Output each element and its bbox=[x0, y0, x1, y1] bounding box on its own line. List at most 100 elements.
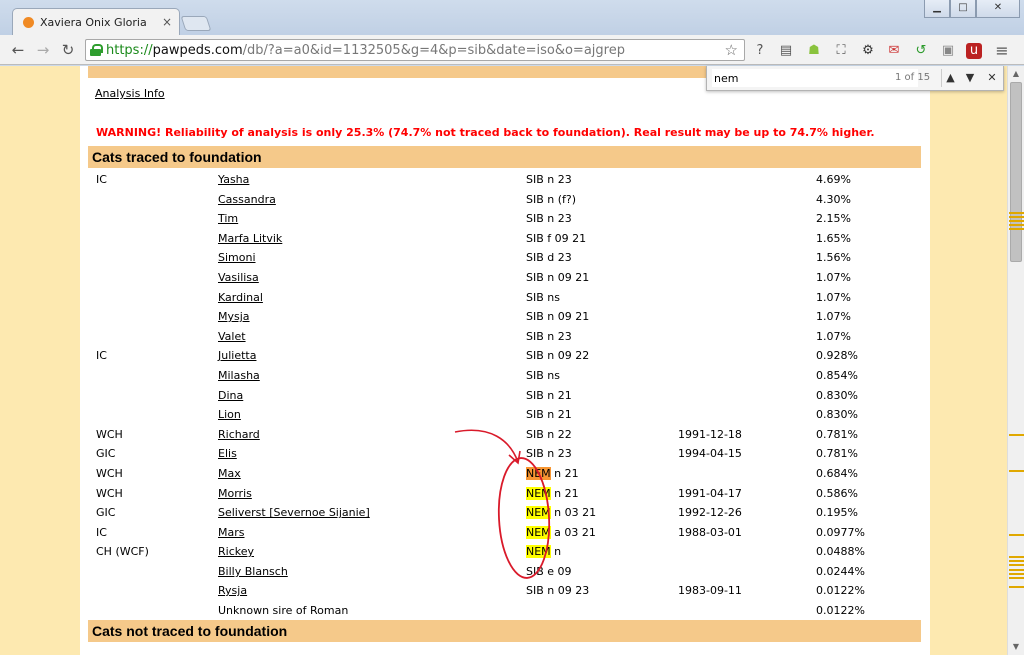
minimize-button[interactable]: ▁ bbox=[924, 0, 950, 18]
extension-mail-icon[interactable]: ✉ bbox=[886, 43, 902, 59]
cat-name-link[interactable]: Rickey bbox=[218, 545, 254, 558]
extension-fullscreen-icon[interactable]: ⛶ bbox=[833, 43, 849, 59]
address-bar[interactable]: https:// pawpeds.com /db/?a=a0&id=113250… bbox=[85, 39, 745, 61]
cat-name-link[interactable]: Julietta bbox=[218, 349, 256, 362]
registration-text: SIB n 21 bbox=[526, 388, 572, 402]
contribution-percent: 1.65% bbox=[816, 231, 851, 245]
cat-name-link[interactable]: Max bbox=[218, 467, 241, 480]
cat-name-link[interactable]: Dina bbox=[218, 389, 243, 402]
extension-ublock-icon[interactable]: u bbox=[966, 43, 982, 59]
find-match-marker bbox=[1009, 573, 1024, 575]
extension-screenshot-icon[interactable]: ▤ bbox=[778, 43, 794, 59]
find-next-icon[interactable]: ▼ bbox=[961, 69, 979, 87]
extension-android-icon[interactable]: ☗ bbox=[806, 43, 822, 59]
contribution-percent: 0.854% bbox=[816, 368, 858, 382]
birth-date: 1991-12-18 bbox=[678, 427, 742, 441]
breed-registration: SIB n 21 bbox=[526, 408, 572, 421]
breed-registration: SIB d 23 bbox=[526, 251, 572, 264]
scrollbar-thumb[interactable] bbox=[1010, 82, 1022, 262]
back-arrow-icon[interactable]: ← bbox=[8, 40, 28, 60]
forward-arrow-icon[interactable]: → bbox=[33, 40, 53, 60]
table-row: WCH Richard SIB n 22 1991-12-18 0.781% bbox=[80, 425, 930, 445]
table-row: Simoni SIB d 23 1.56% bbox=[80, 248, 930, 268]
cat-name-link[interactable]: Cassandra bbox=[218, 193, 276, 206]
analysis-info-link[interactable]: Analysis Info bbox=[95, 87, 165, 100]
cat-title: WCH bbox=[96, 486, 123, 500]
table-row: IC Julietta SIB n 09 22 0.928% bbox=[80, 346, 930, 366]
registration-text: SIB n 09 21 bbox=[526, 310, 590, 324]
find-match-marker bbox=[1009, 569, 1024, 571]
breed-registration: NEM a 03 21 bbox=[526, 525, 596, 539]
registration-text: SIB n 23 bbox=[526, 212, 572, 226]
new-tab-button[interactable] bbox=[180, 16, 212, 31]
find-input[interactable] bbox=[712, 69, 918, 87]
contribution-percent: 0.0977% bbox=[816, 525, 865, 539]
cat-name-link[interactable]: Richard bbox=[218, 428, 260, 441]
extension-puzzle-icon[interactable]: ▣ bbox=[940, 43, 956, 59]
table-row: IC Mars NEM a 03 21 1988-03-01 0.0977% bbox=[80, 523, 930, 543]
reload-icon[interactable]: ↻ bbox=[58, 40, 78, 60]
registration-text: n bbox=[550, 545, 562, 559]
extension-refresh-icon[interactable]: ↺ bbox=[913, 43, 929, 59]
registration-text: SIB n 09 22 bbox=[526, 349, 590, 363]
find-match-marker bbox=[1009, 224, 1024, 226]
cat-name-link[interactable]: Morris bbox=[218, 487, 252, 500]
cat-name-link[interactable]: Kardinal bbox=[218, 291, 263, 304]
menu-icon[interactable]: ≡ bbox=[994, 43, 1010, 59]
table-row: Rysja SIB n 09 23 1983-09-11 0.0122% bbox=[80, 581, 930, 601]
vertical-scrollbar[interactable]: ▲ ▼ bbox=[1007, 66, 1024, 655]
find-highlight: NEM bbox=[526, 506, 551, 520]
contribution-percent: 4.69% bbox=[816, 173, 851, 186]
cat-name-link[interactable]: Simoni bbox=[218, 251, 256, 264]
contribution-percent: 0.195% bbox=[816, 506, 858, 520]
cat-name-link[interactable]: Tim bbox=[218, 212, 238, 225]
find-match-marker bbox=[1009, 556, 1024, 558]
cat-name-link[interactable]: Mysja bbox=[218, 310, 250, 323]
table-row: Milasha SIB ns 0.854% bbox=[80, 366, 930, 386]
cat-name-link[interactable]: Yasha bbox=[218, 173, 249, 186]
bookmark-star-icon[interactable]: ☆ bbox=[725, 41, 738, 59]
maximize-button[interactable]: □ bbox=[950, 0, 976, 18]
close-window-button[interactable]: ✕ bbox=[976, 0, 1020, 18]
cat-name-link[interactable]: Milasha bbox=[218, 369, 260, 382]
table-row: Billy Blansch SIB e 09 0.0244% bbox=[80, 562, 930, 582]
registration-text: n 21 bbox=[550, 486, 579, 500]
cat-name-link[interactable]: Marfa Litvik bbox=[218, 232, 282, 245]
cat-name-link[interactable]: Seliverst [Severnoe Sijanie] bbox=[218, 506, 370, 519]
breed-registration: SIB n 23 bbox=[526, 173, 572, 186]
table-row: GIC Seliverst [Severnoe Sijanie] NEM n 03 … bbox=[80, 503, 930, 523]
cat-name-link[interactable]: Vasilisa bbox=[218, 271, 259, 284]
registration-text: SIB ns bbox=[526, 290, 560, 304]
registration-text: SIB n 09 23 bbox=[526, 584, 590, 598]
registration-text: SIB n 23 bbox=[526, 447, 572, 461]
birth-date: 1983-09-11 bbox=[678, 584, 742, 598]
extension-gear-icon[interactable]: ⚙ bbox=[860, 43, 876, 59]
registration-text: SIB f 09 21 bbox=[526, 231, 587, 245]
scroll-up-icon[interactable]: ▲ bbox=[1008, 66, 1024, 82]
extension-help-icon[interactable]: ? bbox=[752, 43, 768, 59]
scroll-down-icon[interactable]: ▼ bbox=[1008, 639, 1024, 655]
birth-date: 1991-04-17 bbox=[678, 486, 742, 500]
tab-close-icon[interactable]: × bbox=[159, 15, 175, 29]
cat-name-link[interactable]: Rysja bbox=[218, 584, 247, 597]
cat-name-link[interactable]: Billy Blansch bbox=[218, 565, 288, 578]
breed-registration: SIB n 23 bbox=[526, 212, 572, 225]
table-row: IC Yasha SIB n 23 4.69% bbox=[80, 170, 930, 190]
contribution-percent: 2.15% bbox=[816, 212, 851, 226]
cat-name-link[interactable]: Valet bbox=[218, 330, 246, 343]
browser-tab[interactable]: Xaviera Onix Gloria × bbox=[12, 8, 180, 35]
table-row: Marfa Litvik SIB f 09 21 1.65% bbox=[80, 229, 930, 249]
cat-name-link[interactable]: Lion bbox=[218, 408, 241, 421]
cat-name-link[interactable]: Elis bbox=[218, 447, 237, 460]
breed-registration: SIB n 23 bbox=[526, 330, 572, 343]
contribution-percent: 1.07% bbox=[816, 290, 851, 304]
find-match-marker bbox=[1009, 228, 1024, 230]
table-row: Dina SIB n 21 0.830% bbox=[80, 386, 930, 406]
cat-name-link[interactable]: Mars bbox=[218, 526, 245, 539]
find-prev-icon[interactable]: ▲ bbox=[941, 69, 959, 87]
find-match-marker bbox=[1009, 564, 1024, 566]
find-close-icon[interactable]: ✕ bbox=[983, 69, 1001, 87]
breed-registration: NEM n 21 bbox=[526, 486, 579, 500]
breed-registration: NEM n bbox=[526, 545, 562, 559]
page-content: Analysis Info WARNING! Reliability of an… bbox=[80, 66, 930, 655]
